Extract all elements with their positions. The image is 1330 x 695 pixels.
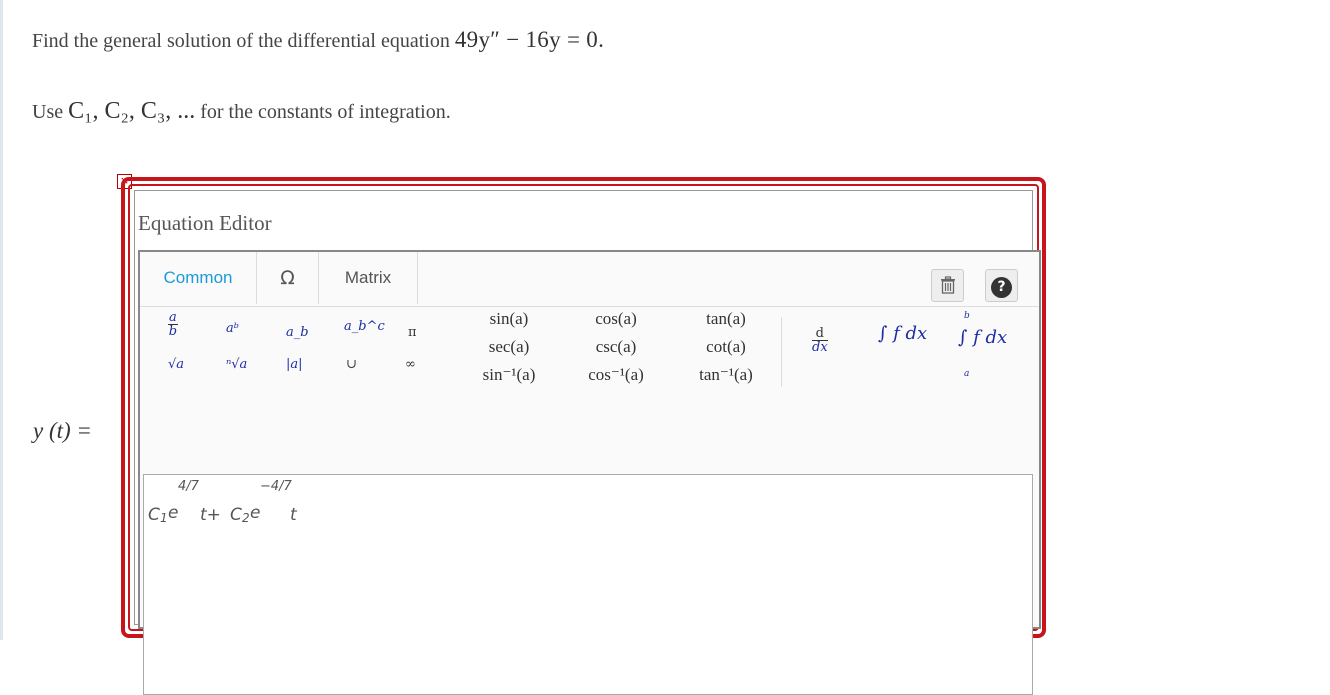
answer-exp2: −4/7 [260,479,292,494]
derivative-button[interactable]: d dx [812,327,828,355]
integral-button[interactable]: ∫ f dx [878,323,927,344]
subsup-button[interactable]: a_b^c [344,319,385,334]
infinity-button[interactable]: ∞ [405,357,416,372]
instruction-prefix: Use [32,101,69,123]
answer-input[interactable]: C 1 e 4/7 t+ C 2 e −4/7 t [143,474,1033,695]
derivative-denominator: dx [812,340,828,355]
definite-integral-button[interactable]: b ∫ f dx a [958,311,1032,381]
question-prefix: Find the general solution of the differe… [32,30,455,52]
trash-icon [940,276,955,294]
equation-editor: Equation Editor Common Ω Matrix ? a b aᵇ… [134,190,1041,695]
editor-title: Equation Editor [138,211,272,235]
symbol-palette: ab aᵇ a_b a_b^c π √a ⁿ√a |a| ∪ ∞ sin(a) … [140,309,1039,412]
answer-e2: e [250,503,261,523]
tab-common[interactable]: Common [140,252,257,304]
answer-e1: e [168,503,179,523]
tab-symbols[interactable]: Ω [257,252,319,304]
help-icon: ? [991,277,1012,298]
sin-button[interactable]: sin(a) [474,309,544,329]
arccos-button[interactable]: cos⁻¹(a) [573,365,659,385]
palette-divider [781,317,782,387]
tan-button[interactable]: tan(a) [691,309,761,329]
definite-integral-label: ∫ f dx [958,327,1008,348]
answer-c1-sub: 1 [160,511,168,525]
answer-c1: C [148,505,160,525]
cot-button[interactable]: cot(a) [691,337,761,357]
question-equation: 49y″ − 16y = 0. [454,27,605,52]
cos-button[interactable]: cos(a) [581,309,651,329]
toolbar-tabs: Common Ω Matrix ? [140,252,1039,304]
answer-c2-sub: 2 [242,511,250,525]
editor-toolbar: Common Ω Matrix ? a b aᵇ a_b a_b^c π √a … [138,250,1041,695]
fraction-denominator: b [168,324,178,339]
definite-integral-upper: b [964,311,970,321]
instruction-suffix: for the constants of integration. [195,101,451,123]
definite-integral-lower: a [964,369,970,379]
answer-label: y (t) = [33,418,92,443]
tab-divider [140,306,1039,307]
help-button[interactable]: ? [985,269,1018,302]
arctan-button[interactable]: tan⁻¹(a) [683,365,769,385]
question-text: Find the general solution of the differe… [32,27,604,53]
clear-button[interactable] [931,269,964,302]
tab-matrix[interactable]: Matrix [319,252,418,304]
equation-editor-border: Equation Editor Common Ω Matrix ? a b aᵇ… [128,184,1041,695]
answer-exp1: 4/7 [178,479,199,494]
instruction-text: Use C₁, C₂, C₃, ... for the constants of… [32,98,451,125]
sqrt-button[interactable]: √a [168,357,184,372]
derivative-numerator: d [812,327,828,341]
fraction-numerator: a [168,310,178,325]
answer-t2: t [290,505,297,525]
abs-button[interactable]: |a| [286,357,303,372]
power-button[interactable]: aᵇ [226,321,239,336]
sec-button[interactable]: sec(a) [474,337,544,357]
integral-label: ∫ f dx [878,323,928,344]
union-button[interactable]: ∪ [346,357,357,372]
pi-button[interactable]: π [408,325,417,340]
instruction-constants: C₁, C₂, C₃, ... [68,98,196,124]
arcsin-button[interactable]: sin⁻¹(a) [466,365,552,385]
answer-c2: C [230,505,242,525]
fraction-button[interactable]: ab [168,311,178,339]
left-rule [0,0,3,640]
csc-button[interactable]: csc(a) [581,337,651,357]
nth-root-button[interactable]: ⁿ√a [226,357,247,372]
equation-editor-frame: Equation Editor Common Ω Matrix ? a b aᵇ… [121,177,1046,695]
subscript-button[interactable]: a_b [286,325,309,340]
answer-t1: t+ [200,505,221,525]
